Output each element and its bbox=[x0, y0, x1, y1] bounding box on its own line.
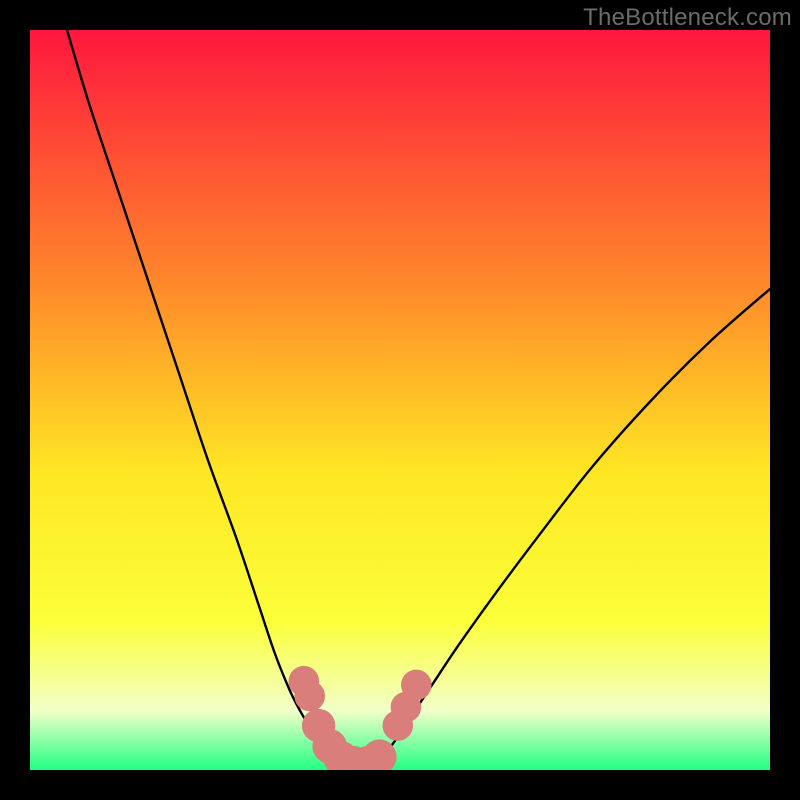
chart-svg bbox=[30, 30, 770, 770]
chart-plot-area bbox=[30, 30, 770, 770]
dot-1 bbox=[294, 681, 325, 712]
gradient-background bbox=[30, 30, 770, 770]
dot-10 bbox=[401, 670, 432, 701]
outer-frame: TheBottleneck.com bbox=[0, 0, 800, 800]
watermark-text: TheBottleneck.com bbox=[583, 4, 792, 32]
